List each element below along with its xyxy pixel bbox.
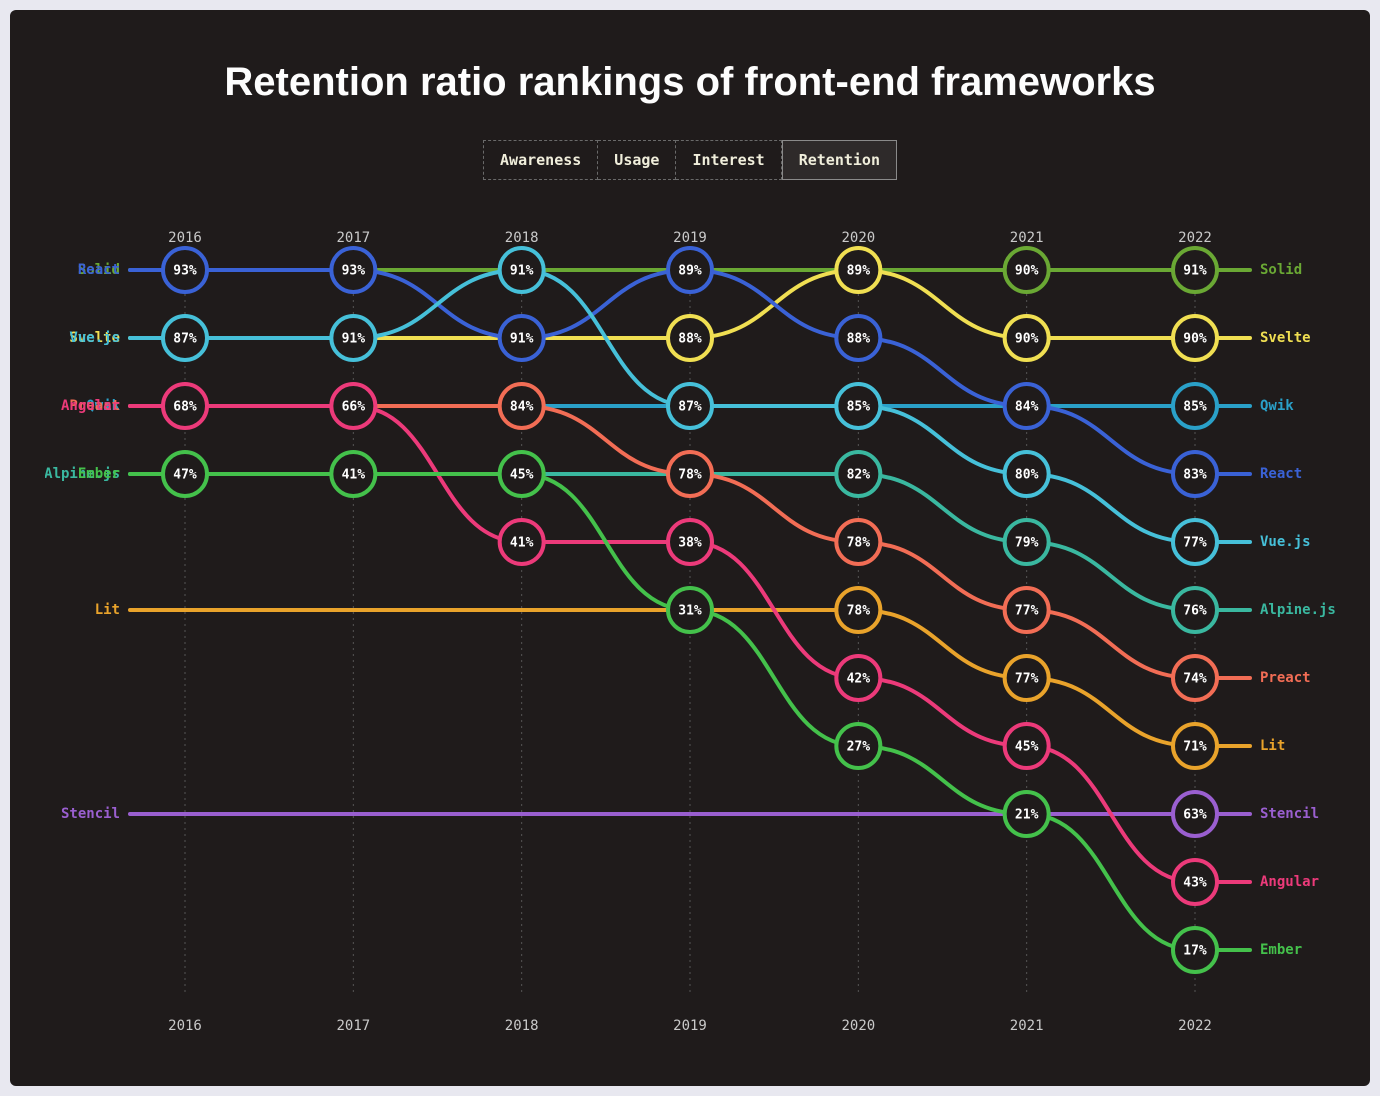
year-top: 2022: [1178, 230, 1212, 246]
node-value: 27%: [847, 740, 871, 755]
node-value: 63%: [1183, 808, 1207, 823]
year-bottom: 2016: [168, 1018, 202, 1034]
node-value: 91%: [1183, 264, 1207, 279]
tab-awareness[interactable]: Awareness: [483, 140, 598, 180]
left-label-ember: Ember: [78, 466, 120, 482]
node-value: 47%: [173, 468, 197, 483]
node-value: 93%: [173, 264, 197, 279]
node-value: 68%: [173, 400, 197, 415]
left-label-angular: Angular: [61, 398, 120, 414]
right-label-alpine.js: Alpine.js: [1260, 602, 1335, 618]
chart-title: Retention ratio rankings of front-end fr…: [40, 60, 1340, 105]
node-value: 79%: [1015, 536, 1039, 551]
node-value: 88%: [678, 332, 702, 347]
node-value: 31%: [678, 604, 702, 619]
node-value: 43%: [1183, 876, 1207, 891]
year-top: 2018: [505, 230, 539, 246]
node-value: 66%: [342, 400, 366, 415]
node-value: 84%: [510, 400, 534, 415]
node-value: 90%: [1183, 332, 1207, 347]
right-label-qwik: Qwik: [1260, 398, 1294, 414]
node-value: 38%: [678, 536, 702, 551]
right-label-vue.js: Vue.js: [1260, 534, 1311, 550]
node-value: 41%: [510, 536, 534, 551]
node-value: 91%: [510, 264, 534, 279]
node-value: 78%: [678, 468, 702, 483]
node-value: 80%: [1015, 468, 1039, 483]
left-label-vue.js: Vue.js: [69, 330, 120, 346]
node-value: 77%: [1183, 536, 1207, 551]
node-value: 91%: [342, 332, 366, 347]
chart-panel: Retention ratio rankings of front-end fr…: [10, 10, 1370, 1086]
right-label-lit: Lit: [1260, 738, 1285, 754]
year-bottom: 2018: [505, 1018, 539, 1034]
node-value: 45%: [1015, 740, 1039, 755]
year-top: 2021: [1010, 230, 1044, 246]
right-label-preact: Preact: [1260, 670, 1311, 686]
node-value: 45%: [510, 468, 534, 483]
node-value: 76%: [1183, 604, 1207, 619]
year-top: 2020: [841, 230, 875, 246]
node-value: 87%: [173, 332, 197, 347]
node-value: 78%: [847, 604, 871, 619]
right-label-solid: Solid: [1260, 262, 1302, 278]
tab-interest[interactable]: Interest: [676, 140, 781, 180]
right-label-react: React: [1260, 466, 1302, 482]
year-bottom: 2017: [336, 1018, 370, 1034]
node-value: 71%: [1183, 740, 1207, 755]
year-bottom: 2022: [1178, 1018, 1212, 1034]
node-value: 74%: [1183, 672, 1207, 687]
node-value: 82%: [847, 468, 871, 483]
node-value: 17%: [1183, 944, 1207, 959]
node-value: 84%: [1015, 400, 1039, 415]
node-value: 83%: [1183, 468, 1207, 483]
year-top: 2019: [673, 230, 707, 246]
right-label-stencil: Stencil: [1260, 806, 1319, 822]
right-label-svelte: Svelte: [1260, 330, 1311, 346]
year-bottom: 2020: [841, 1018, 875, 1034]
ranking-chart: 2016 2016 2017 2017 2018 2018 2019 2019 2020 2020…: [45, 210, 1335, 1040]
node-value: 90%: [1015, 332, 1039, 347]
node-value: 93%: [342, 264, 366, 279]
year-top: 2017: [336, 230, 370, 246]
left-label-stencil: Stencil: [61, 806, 120, 822]
node-value: 91%: [510, 332, 534, 347]
node-value: 88%: [847, 332, 871, 347]
node-value: 77%: [1015, 672, 1039, 687]
node-value: 21%: [1015, 808, 1039, 823]
left-label-react: React: [78, 262, 120, 278]
node-value: 41%: [342, 468, 366, 483]
node-value: 85%: [847, 400, 871, 415]
right-label-angular: Angular: [1260, 874, 1319, 890]
node-value: 78%: [847, 536, 871, 551]
left-label-lit: Lit: [95, 602, 120, 618]
node-value: 89%: [847, 264, 871, 279]
metric-tabs: AwarenessUsageInterestRetention: [40, 140, 1340, 180]
node-value: 85%: [1183, 400, 1207, 415]
right-label-ember: Ember: [1260, 942, 1302, 958]
tab-usage[interactable]: Usage: [598, 140, 676, 180]
year-bottom: 2021: [1010, 1018, 1044, 1034]
node-value: 87%: [678, 400, 702, 415]
tab-retention[interactable]: Retention: [782, 140, 897, 180]
node-value: 89%: [678, 264, 702, 279]
year-bottom: 2019: [673, 1018, 707, 1034]
node-value: 77%: [1015, 604, 1039, 619]
year-top: 2016: [168, 230, 202, 246]
node-value: 90%: [1015, 264, 1039, 279]
node-value: 42%: [847, 672, 871, 687]
